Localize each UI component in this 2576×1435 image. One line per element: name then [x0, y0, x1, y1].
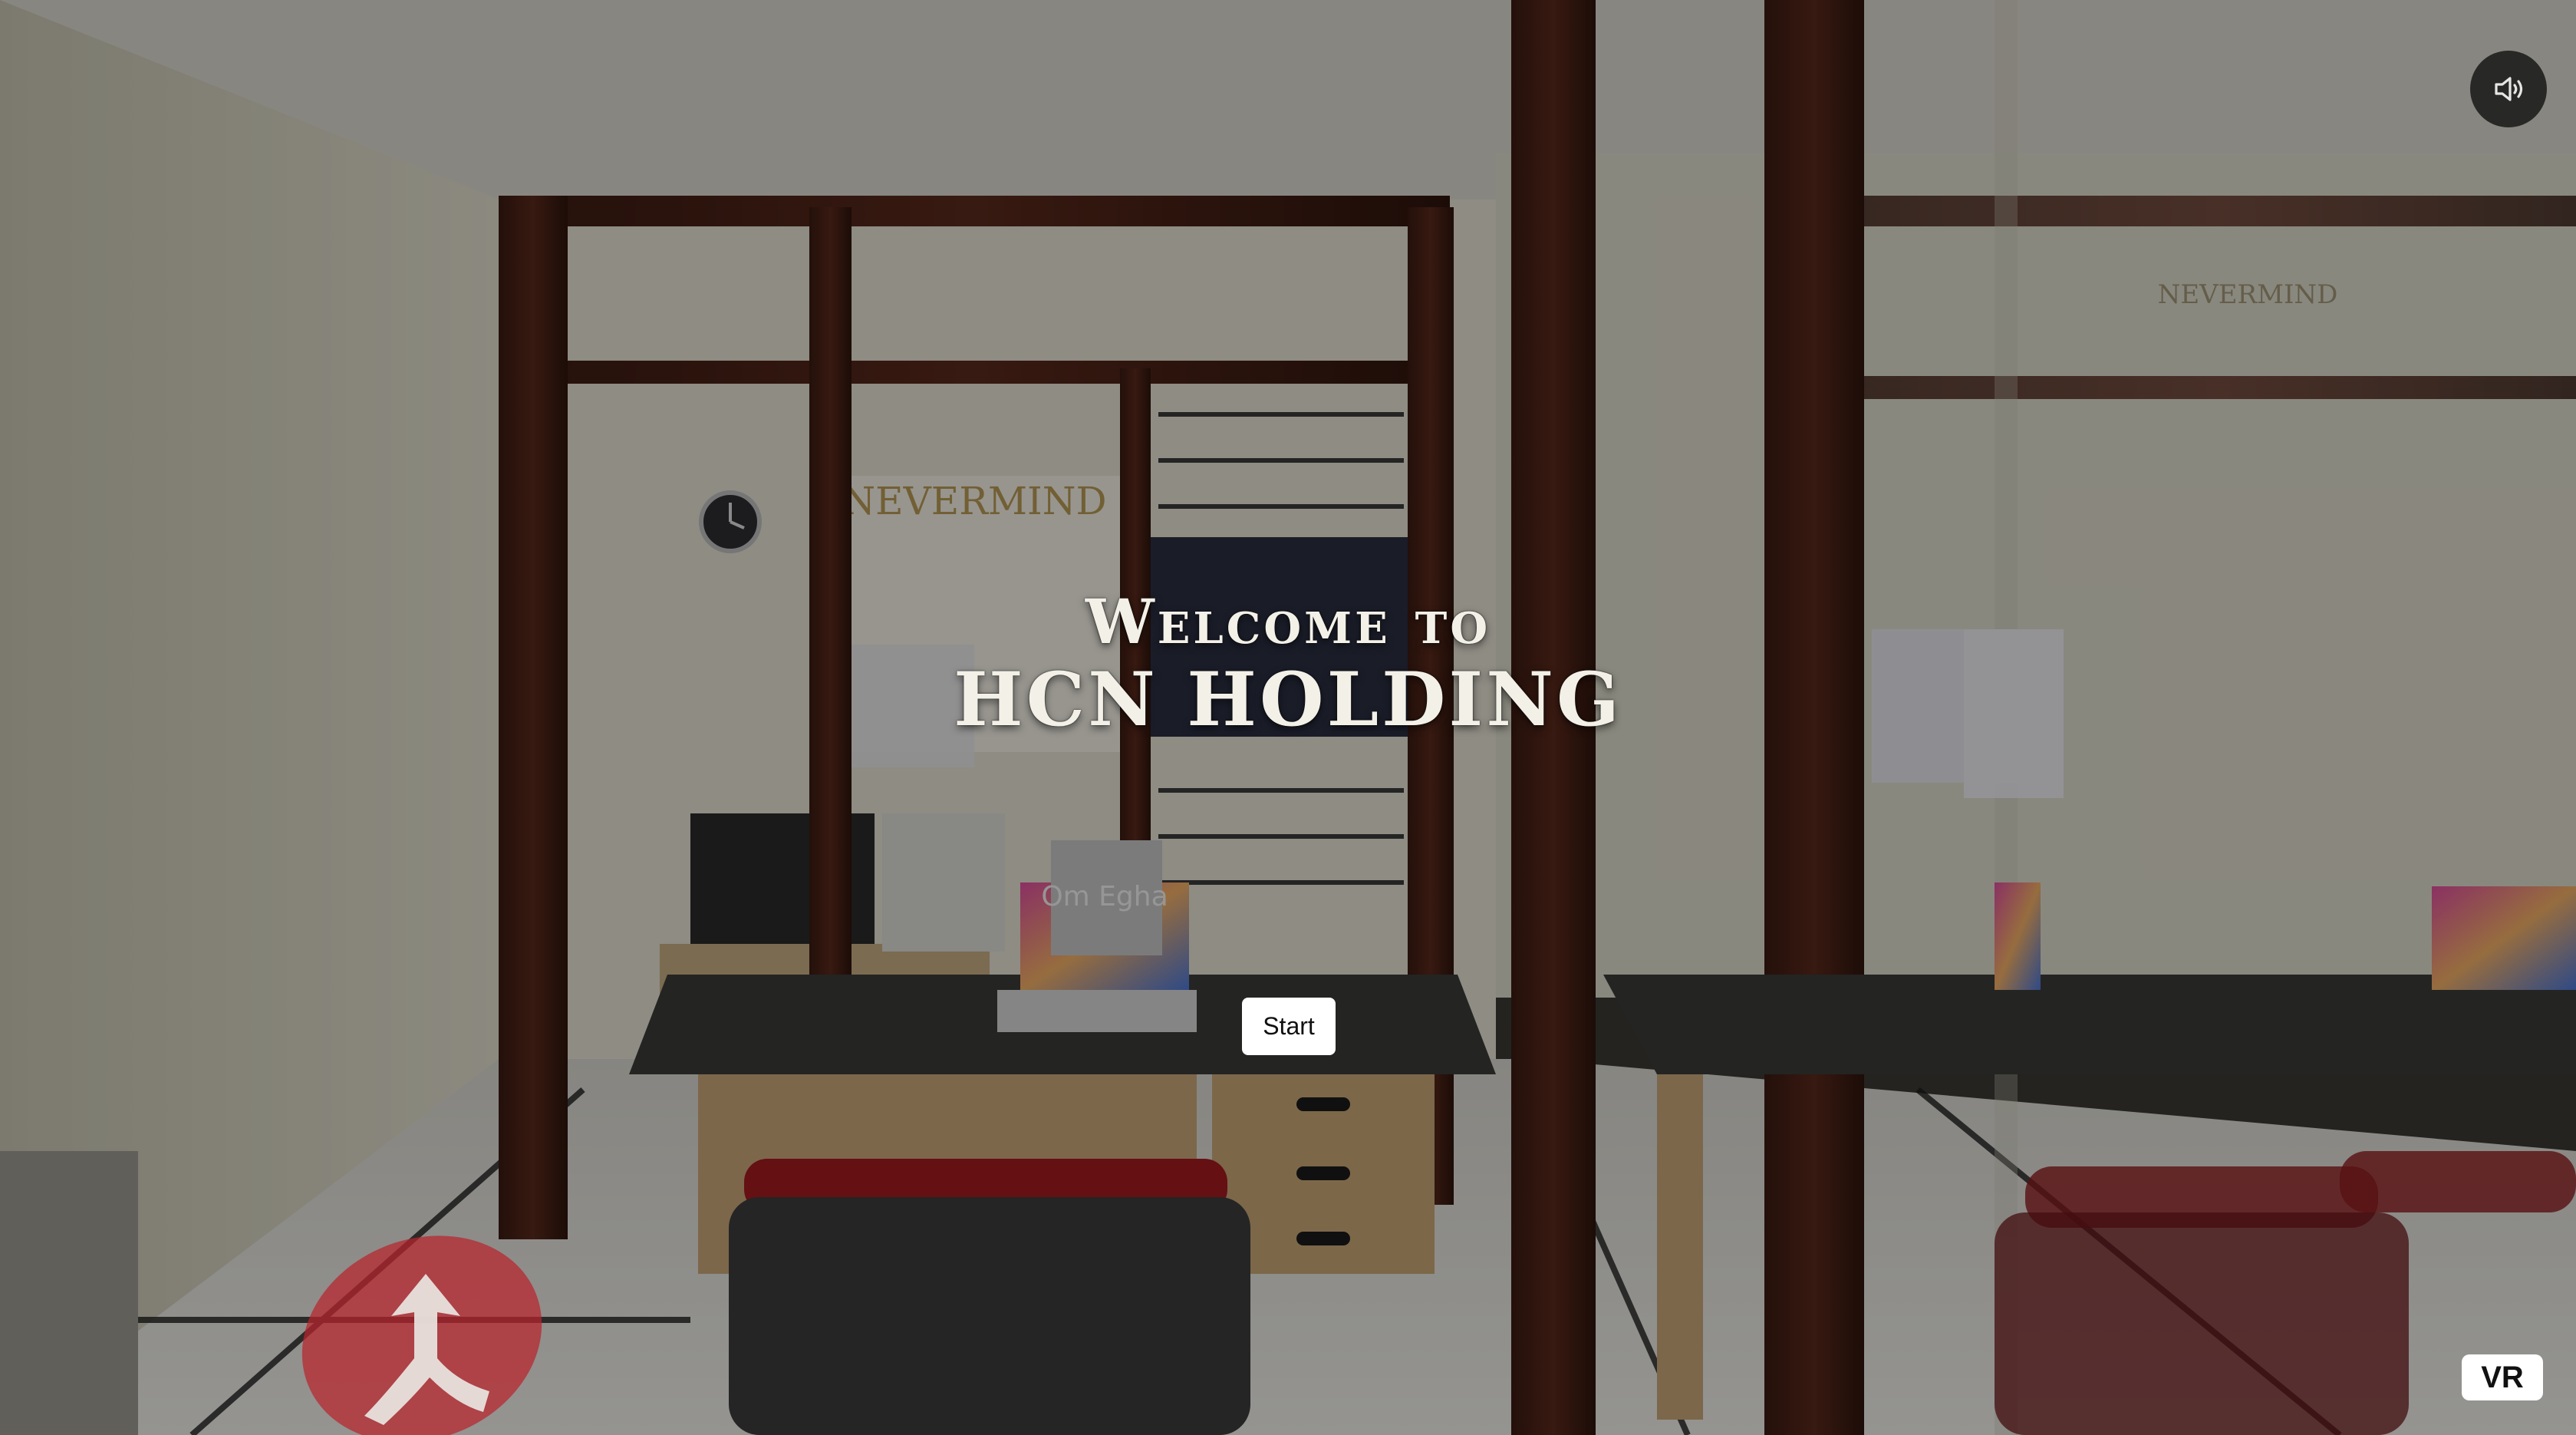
welcome-title-line2: HCN HOLDING	[954, 656, 1622, 743]
navigation-hotspot[interactable]	[292, 1224, 552, 1435]
sound-toggle-button[interactable]	[2470, 51, 2547, 127]
welcome-title-line1: Welcome to	[1085, 586, 1491, 658]
welcome-title: Welcome to HCN HOLDING	[904, 583, 1672, 740]
vr-mode-button[interactable]: VR	[2462, 1354, 2543, 1400]
start-button[interactable]: Start	[1242, 998, 1336, 1055]
speaker-volume-icon	[2495, 77, 2523, 101]
navigation-arrow-icon	[301, 1235, 542, 1435]
panorama-viewer[interactable]: NEVERMIND NEVERMIND Om Egha Welcome to H…	[0, 0, 2576, 1435]
